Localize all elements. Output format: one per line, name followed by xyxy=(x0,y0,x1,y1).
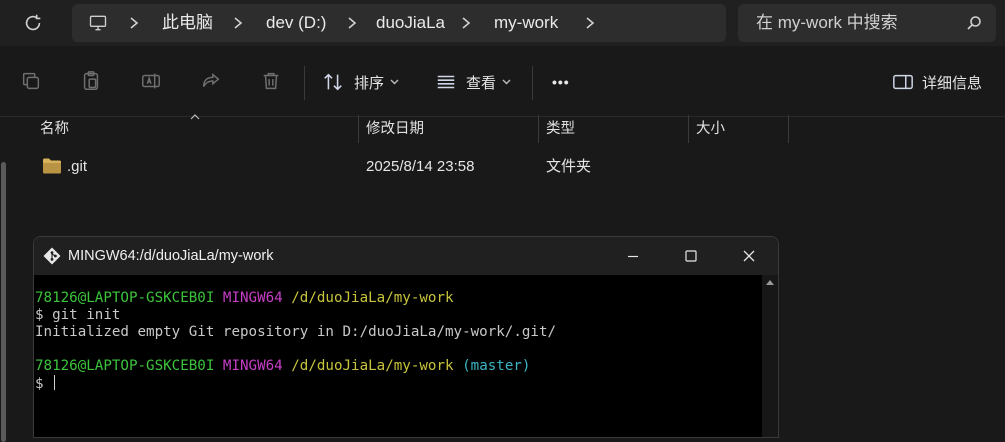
address-bar-row: 此电脑 dev (D:) duoJiaLa my-work 在 my-work … xyxy=(0,0,1005,46)
file-list-scrollbar[interactable] xyxy=(0,150,8,442)
terminal-input-line[interactable]: $ xyxy=(35,375,761,392)
prompt-user-host: 78126@LAPTOP-GSKCEB0I xyxy=(35,358,215,374)
prompt-user-host: 78126@LAPTOP-GSKCEB0I xyxy=(35,290,215,306)
rename-icon[interactable] xyxy=(140,70,162,92)
prompt-path: /d/duoJiaLa/my-work xyxy=(291,358,454,374)
column-divider[interactable] xyxy=(538,115,539,143)
sort-icon xyxy=(324,73,342,91)
breadcrumb-folder-duojiala[interactable]: duoJiaLa xyxy=(376,4,445,42)
delete-icon[interactable] xyxy=(260,70,282,92)
chevron-right-icon[interactable] xyxy=(128,16,140,30)
column-divider[interactable] xyxy=(358,115,359,143)
file-name: .git xyxy=(67,158,88,175)
terminal-prompt-line: 78126@LAPTOP-GSKCEB0I MINGW64 /d/duoJiaL… xyxy=(35,290,761,307)
terminal-command-line: $ git init xyxy=(35,307,121,323)
chevron-right-icon[interactable] xyxy=(460,16,472,30)
terminal-output-line: Initialized empty Git repository in D:/d… xyxy=(35,324,557,340)
terminal-title-bar[interactable]: MINGW64:/d/duoJiaLa/my-work xyxy=(34,237,778,275)
text-cursor xyxy=(54,375,56,390)
terminal-prompt-line: 78126@LAPTOP-GSKCEB0I MINGW64 /d/duoJiaL… xyxy=(35,358,761,375)
breadcrumb-folder-my-work[interactable]: my-work xyxy=(494,4,558,42)
chevron-right-icon[interactable] xyxy=(346,16,358,30)
copy-icon[interactable] xyxy=(20,70,42,92)
column-header-size[interactable]: 大小 xyxy=(696,115,725,145)
maximize-icon xyxy=(685,250,697,262)
prompt-env: MINGW64 xyxy=(222,358,283,374)
details-label: 详细信息 xyxy=(922,74,983,92)
file-list-item[interactable]: .git 2025/8/14 23:58 文件夹 xyxy=(0,150,790,184)
prompt-env: MINGW64 xyxy=(222,290,283,306)
chevron-down-icon xyxy=(390,79,399,85)
scroll-up-arrow-icon[interactable] xyxy=(766,280,774,285)
folder-icon xyxy=(43,158,61,174)
column-divider[interactable] xyxy=(688,115,689,143)
terminal-output[interactable]: 78126@LAPTOP-GSKCEB0I MINGW64 /d/duoJiaL… xyxy=(35,275,761,437)
git-logo-icon xyxy=(43,247,61,265)
this-pc-icon xyxy=(89,15,107,31)
column-header-name[interactable]: 名称 xyxy=(40,115,69,145)
prompt-symbol: $ xyxy=(35,376,53,392)
search-placeholder: 在 my-work 中搜索 xyxy=(756,13,898,32)
terminal-title: MINGW64:/d/duoJiaLa/my-work xyxy=(68,248,274,264)
file-modified: 2025/8/14 23:58 xyxy=(366,158,475,175)
terminal-scrollbar[interactable] xyxy=(762,275,778,437)
sort-label: 排序 xyxy=(354,74,385,92)
view-list-icon xyxy=(437,75,455,89)
toolbar-divider xyxy=(532,66,533,100)
minimize-button[interactable] xyxy=(604,237,662,275)
column-headers: 名称 修改日期 类型 大小 xyxy=(0,115,1005,145)
column-header-modified[interactable]: 修改日期 xyxy=(366,115,424,145)
view-button[interactable]: 查看 xyxy=(435,66,511,98)
details-pane-button[interactable]: 详细信息 xyxy=(892,66,982,98)
sort-button[interactable]: 排序 xyxy=(322,66,399,98)
chevron-right-icon[interactable] xyxy=(232,16,244,30)
terminal-window[interactable]: MINGW64:/d/duoJiaLa/my-work 78126@LAPTOP… xyxy=(33,236,779,438)
search-input[interactable]: 在 my-work 中搜索 xyxy=(738,4,996,42)
close-button[interactable] xyxy=(720,237,778,275)
column-divider[interactable] xyxy=(788,115,789,143)
file-type: 文件夹 xyxy=(546,158,592,175)
details-pane-icon xyxy=(893,74,913,90)
breadcrumb-drive[interactable]: dev (D:) xyxy=(266,4,326,42)
prompt-branch: (master) xyxy=(462,358,531,374)
prompt-path: /d/duoJiaLa/my-work xyxy=(291,290,454,306)
share-icon[interactable] xyxy=(200,70,222,92)
toolbar-divider xyxy=(304,66,305,100)
address-bar[interactable]: 此电脑 dev (D:) duoJiaLa my-work xyxy=(72,4,726,42)
chevron-right-icon[interactable] xyxy=(584,16,596,30)
chevron-down-icon xyxy=(502,79,511,85)
minimize-icon xyxy=(628,255,638,258)
scrollbar-thumb[interactable] xyxy=(1,162,6,442)
paste-icon[interactable] xyxy=(80,70,102,92)
more-options-button[interactable]: ••• xyxy=(552,66,570,98)
maximize-button[interactable] xyxy=(662,237,720,275)
search-icon xyxy=(967,16,981,30)
view-label: 查看 xyxy=(466,74,497,92)
refresh-icon[interactable] xyxy=(22,12,44,34)
breadcrumb-this-pc[interactable]: 此电脑 xyxy=(162,4,213,42)
column-header-type[interactable]: 类型 xyxy=(546,115,575,145)
close-icon xyxy=(743,250,755,262)
command-bar: 排序 查看 ••• 详细信息 xyxy=(0,46,1005,117)
